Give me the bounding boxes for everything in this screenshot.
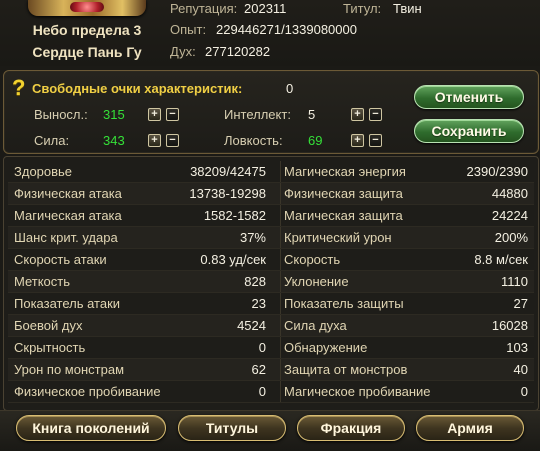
exp-label: Опыт:	[170, 22, 207, 37]
free-points-label: Свободные очки характеристик:	[32, 81, 243, 96]
spirit-value: 277120282	[205, 44, 271, 59]
stat-value: 200%	[494, 230, 528, 245]
stat-value: 37%	[239, 230, 266, 245]
stats-row: Урон по монстрам 62 Защита от монстров 40	[8, 359, 534, 381]
stat-points-panel: ? Свободные очки характеристик: 0 Выносл…	[3, 70, 539, 154]
stat-value: 13738-19298	[189, 186, 266, 201]
exp-value: 229446271/1339080000	[216, 22, 357, 37]
stats-row: Показатель атаки 23 Показатель защиты 27	[8, 293, 534, 315]
stats-row: Здоровье 38209/42475 Магическая энергия 239…	[8, 161, 534, 183]
stat-value: 38209/42475	[190, 164, 266, 179]
reputation-label: Репутация:	[170, 1, 238, 16]
emblem-gem-icon	[70, 2, 104, 12]
column-divider	[280, 183, 281, 204]
faction-button[interactable]: Фракция	[297, 415, 405, 441]
column-divider	[280, 359, 281, 380]
stat-value: 0.83 уд/сек	[200, 252, 266, 267]
realm-name: Небо предела 3	[32, 22, 142, 38]
save-button[interactable]: Сохранить	[414, 119, 524, 143]
intellect-plus-button[interactable]: +	[351, 108, 364, 121]
stats-row: Скрытность 0 Обнаружение 103	[8, 337, 534, 359]
strength-label: Сила:	[34, 133, 70, 148]
stats-row: Боевой дух 4524 Сила духа 16028	[8, 315, 534, 337]
stats-row: Физическая атака 13738-19298 Физическая за…	[8, 183, 534, 205]
character-stats-table: Здоровье 38209/42475 Магическая энергия 239…	[3, 156, 539, 411]
endurance-plus-button[interactable]: +	[148, 108, 161, 121]
stat-value: 0	[258, 340, 266, 355]
stat-value: 62	[251, 362, 266, 377]
army-button[interactable]: Армия	[416, 415, 524, 441]
stat-value: 0	[520, 384, 528, 399]
title-label: Титул:	[343, 1, 382, 16]
title-value: Твин	[393, 1, 422, 16]
stats-row: Физическое пробивание 0 Магическое пробива…	[8, 381, 534, 403]
titles-button[interactable]: Титулы	[178, 415, 286, 441]
intellect-value: 5	[308, 107, 316, 122]
stat-value: 16028	[491, 318, 528, 333]
column-divider	[280, 227, 281, 248]
column-divider	[280, 337, 281, 358]
column-divider	[280, 249, 281, 270]
stat-value: 40	[513, 362, 528, 377]
bottom-tab-bar: Книга поколений Титулы Фракция Армия	[0, 410, 540, 451]
cancel-button[interactable]: Отменить	[414, 85, 524, 109]
stats-row: Шанс крит. удара 37% Критический урон 200%	[8, 227, 534, 249]
column-divider	[280, 271, 281, 292]
stat-value: 0	[258, 384, 266, 399]
column-divider	[280, 205, 281, 226]
strength-minus-button[interactable]: −	[166, 134, 179, 147]
spirit-label: Дух:	[170, 44, 196, 59]
stat-value: 103	[506, 340, 528, 355]
stat-value: 828	[244, 274, 266, 289]
stat-value: 27	[513, 296, 528, 311]
column-divider	[280, 315, 281, 336]
reputation-value: 202311	[244, 1, 287, 16]
column-divider	[280, 161, 281, 182]
stats-row: Скорость атаки 0.83 уд/сек Скорость 8.8 м/с…	[8, 249, 534, 271]
stat-value: 1582-1582	[203, 208, 266, 223]
realm-subname: Сердце Пань Гу	[32, 44, 142, 60]
stat-value: 44880	[491, 186, 528, 201]
stats-row: Меткость 828 Уклонение 1110	[8, 271, 534, 293]
free-points-value: 0	[286, 81, 294, 96]
column-divider	[280, 381, 281, 402]
stat-value: 4524	[237, 318, 266, 333]
strength-plus-button[interactable]: +	[148, 134, 161, 147]
stats-row: Магическая атака 1582-1582 Магическая защи…	[8, 205, 534, 227]
agility-minus-button[interactable]: −	[369, 134, 382, 147]
agility-label: Ловкость:	[224, 133, 283, 148]
stat-value: 24224	[491, 208, 528, 223]
agility-plus-button[interactable]: +	[351, 134, 364, 147]
strength-value: 343	[103, 133, 125, 148]
endurance-value: 315	[103, 107, 125, 122]
endurance-minus-button[interactable]: −	[166, 108, 179, 121]
question-mark-icon[interactable]: ?	[12, 75, 25, 101]
intellect-label: Интеллект:	[224, 107, 291, 122]
endurance-label: Выносл.:	[34, 107, 88, 122]
stat-value: 23	[251, 296, 266, 311]
character-header: Небо предела 3 Сердце Пань Гу Репутация:…	[0, 0, 540, 66]
intellect-minus-button[interactable]: −	[369, 108, 382, 121]
agility-value: 69	[308, 133, 323, 148]
stat-value: 2390/2390	[466, 164, 528, 179]
column-divider	[280, 293, 281, 314]
generations-book-button[interactable]: Книга поколений	[16, 415, 166, 441]
stat-value: 8.8 м/сек	[474, 252, 528, 267]
stat-value: 1110	[501, 274, 528, 289]
